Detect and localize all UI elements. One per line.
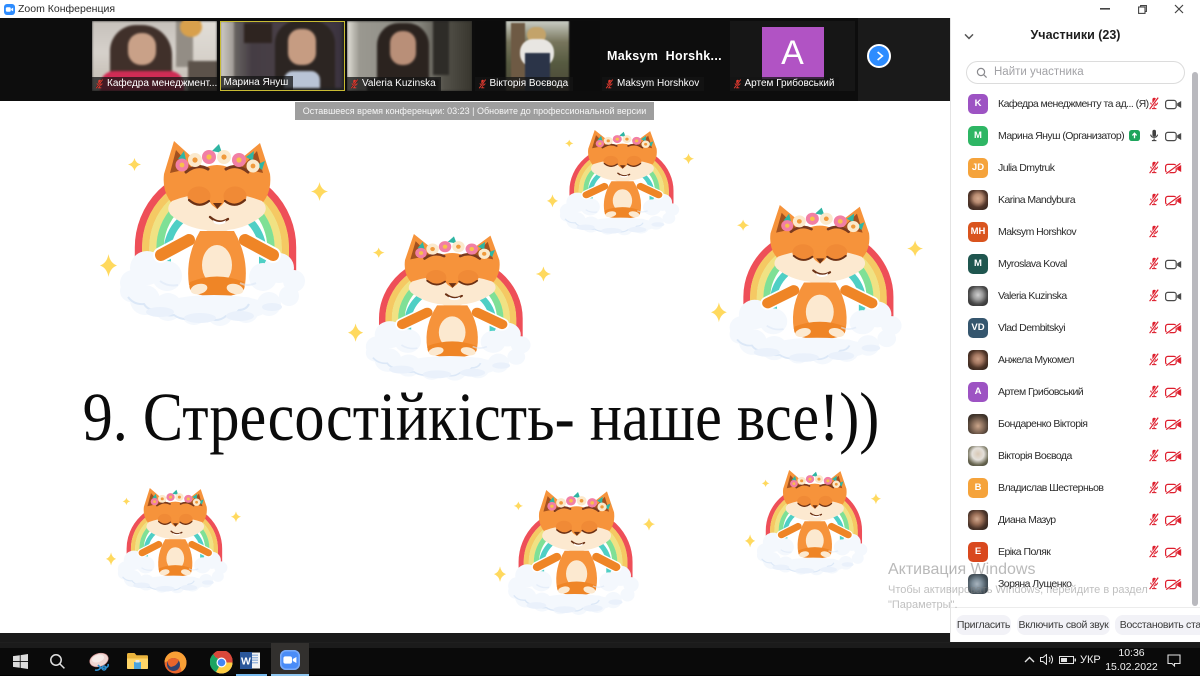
svg-text:W: W: [241, 656, 251, 668]
